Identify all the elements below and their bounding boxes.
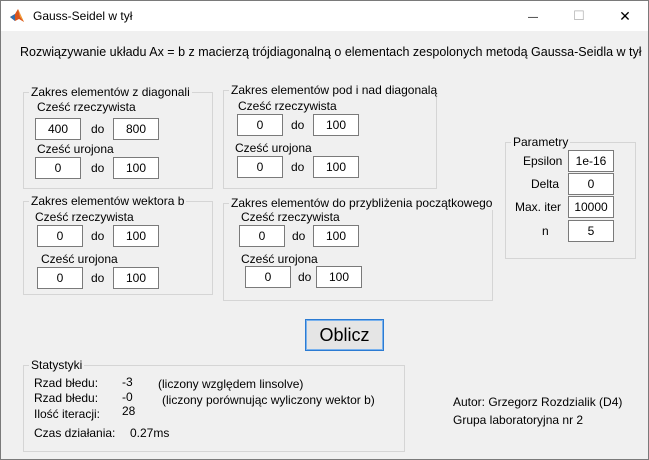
diag-real-from-input[interactable] [35, 118, 81, 140]
max-iter-input[interactable] [568, 196, 614, 218]
imag-part-label: Cześć urojona [37, 142, 114, 156]
diag-imag-to-input[interactable] [113, 157, 159, 179]
group-title: Zakres elementów do przybliżenia początk… [229, 196, 495, 210]
init-real-to-input[interactable] [313, 225, 359, 247]
group-title: Zakres elementów z diagonali [29, 85, 192, 99]
error-order-label: Rzad błedu: [34, 376, 99, 390]
n-input[interactable] [568, 220, 614, 242]
to-label: do [298, 270, 312, 284]
to-label: do [91, 122, 105, 136]
imag-part-label: Cześć urojona [235, 141, 312, 155]
page-title: Rozwiązywanie układu Ax = b z macierzą t… [20, 45, 642, 59]
init-imag-from-input[interactable] [245, 266, 291, 288]
error-order-label: Rzad błedu: [34, 391, 99, 405]
client-area: Rozwiązywanie układu Ax = b z macierzą t… [1, 31, 648, 459]
group-title: Statystyki [29, 358, 85, 372]
vecb-imag-from-input[interactable] [37, 267, 83, 289]
real-part-label: Cześć rzeczywista [241, 210, 340, 224]
n-label: n [542, 224, 549, 238]
to-label: do [292, 229, 306, 243]
runtime-value: 0.27ms [130, 426, 170, 440]
statistics-group: Statystyki Rzad błedu: -3 (liczony wzglę… [23, 358, 405, 452]
author-text: Autor: Grzegorz Rozdzialik (D4) [453, 395, 623, 409]
real-part-label: Cześć rzeczywista [37, 100, 136, 114]
offdiag-real-from-input[interactable] [237, 114, 283, 136]
offdiag-imag-from-input[interactable] [237, 156, 283, 178]
diag-imag-from-input[interactable] [35, 157, 81, 179]
compute-button[interactable]: Oblicz [305, 319, 384, 351]
iterations-label: Ilość iteracji: [34, 407, 101, 421]
matlab-icon [10, 9, 24, 22]
offdiag-imag-to-input[interactable] [313, 156, 359, 178]
group-title: Parametry [511, 135, 571, 149]
maximize-button[interactable]: ☐ [556, 1, 602, 31]
error-order-value: -3 [122, 375, 133, 389]
close-icon: ✕ [619, 8, 631, 24]
error-order-note: (liczony względem linsolve) [158, 377, 304, 391]
vecb-imag-to-input[interactable] [113, 267, 159, 289]
close-button[interactable]: ✕ [602, 1, 648, 31]
runtime-label: Czas działania: [34, 426, 116, 440]
window-title: Gauss-Seidel w tył [33, 9, 133, 23]
init-real-from-input[interactable] [239, 225, 285, 247]
group-title: Zakres elementów pod i nad diagonalą [229, 83, 440, 97]
error-order-value: -0 [122, 390, 133, 404]
offdiag-real-to-input[interactable] [313, 114, 359, 136]
app-window: Gauss-Seidel w tył — ☐ ✕ Rozwiązywanie u… [0, 0, 649, 460]
iterations-value: 28 [122, 404, 136, 418]
to-label: do [291, 160, 305, 174]
diag-range-group: Zakres elementów z diagonali Cześć rzecz… [23, 85, 213, 189]
vector-b-range-group: Zakres elementów wektora b Cześć rzeczyw… [23, 194, 213, 295]
imag-part-label: Cześć urojona [241, 252, 318, 266]
delta-input[interactable] [568, 173, 614, 195]
epsilon-input[interactable] [568, 150, 614, 172]
title-bar[interactable]: Gauss-Seidel w tył — ☐ ✕ [1, 1, 648, 31]
to-label: do [91, 229, 105, 243]
offdiag-range-group: Zakres elementów pod i nad diagonalą Cze… [223, 83, 440, 189]
parameters-group: Parametry Epsilon Delta Max. iter n [505, 135, 636, 259]
epsilon-label: Epsilon [523, 154, 563, 168]
vecb-real-to-input[interactable] [113, 225, 159, 247]
error-order-note: (liczony porównując wyliczony wektor b) [162, 393, 375, 407]
to-label: do [291, 118, 305, 132]
vecb-real-from-input[interactable] [37, 225, 83, 247]
delta-label: Delta [531, 177, 560, 191]
real-part-label: Cześć rzeczywista [238, 99, 337, 113]
lab-group-text: Grupa laboratoryjna nr 2 [453, 413, 584, 427]
diag-real-to-input[interactable] [113, 118, 159, 140]
to-label: do [91, 271, 105, 285]
maximize-icon: ☐ [573, 8, 585, 23]
max-iter-label: Max. iter [515, 200, 562, 214]
initial-approx-range-group: Zakres elementów do przybliżenia początk… [223, 196, 495, 301]
imag-part-label: Cześć urojona [41, 252, 118, 266]
real-part-label: Cześć rzeczywista [35, 210, 134, 224]
minimize-button[interactable]: — [510, 1, 556, 31]
init-imag-to-input[interactable] [316, 266, 362, 288]
to-label: do [91, 161, 105, 175]
group-title: Zakres elementów wektora b [29, 194, 187, 208]
minimize-icon: — [528, 12, 538, 23]
